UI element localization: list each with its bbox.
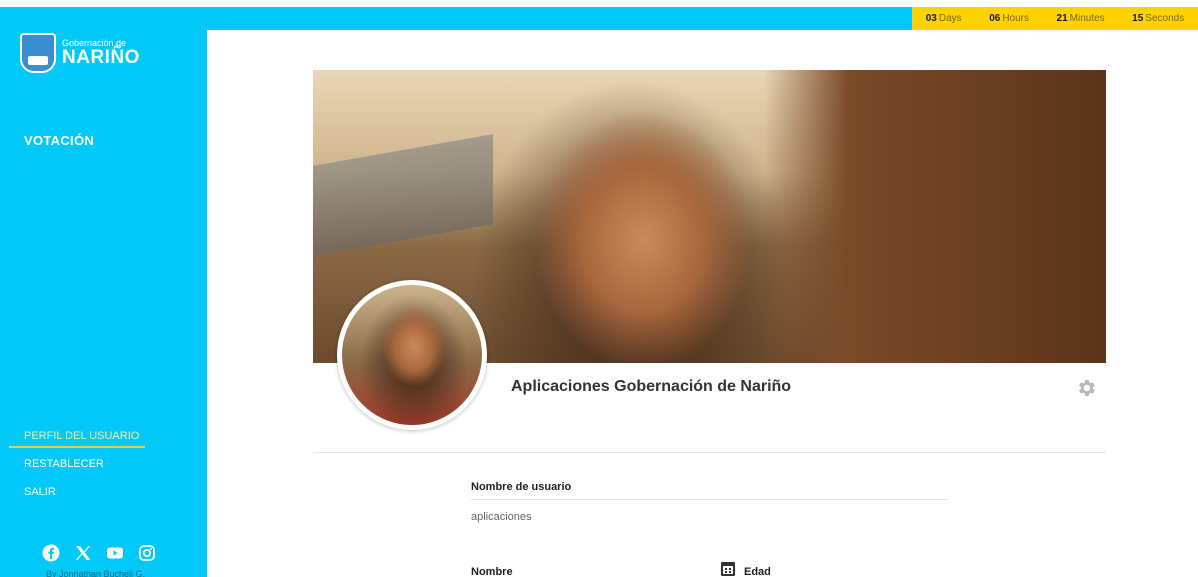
name-label: Nombre <box>471 566 513 577</box>
profile-name: Aplicaciones Gobernación de Nariño <box>511 378 792 395</box>
menu-item-salir[interactable]: SALIR <box>0 483 207 511</box>
credit-text: By Jonnathan Bucheli G. <box>46 569 146 577</box>
x-icon[interactable] <box>74 544 92 562</box>
page: 03 Days 06 Hours 21 Minutes 15 Seconds Gober… <box>0 0 1198 577</box>
facebook-icon[interactable] <box>42 544 60 562</box>
main-content: Aplicaciones Gobernación de Nariño Nombr… <box>207 30 1198 577</box>
countdown-seconds: 15 Seconds <box>1132 13 1185 24</box>
nav-votacion[interactable]: VOTACIÓN <box>24 133 94 148</box>
sidebar: Gobernación de NARIÑO VOTACIÓN PERFIL DE… <box>0 7 207 577</box>
brand-text: Gobernación de NARIÑO <box>62 39 140 68</box>
coat-of-arms-icon <box>20 33 56 73</box>
brand-big-text: NARIÑO <box>62 47 140 68</box>
cover-roof-shape <box>313 134 493 256</box>
calendar-icon <box>721 562 735 576</box>
cover-hut-shape <box>763 70 1106 363</box>
menu-item-perfil[interactable]: PERFIL DEL USUARIO <box>0 427 207 455</box>
profile-avatar[interactable] <box>337 280 487 430</box>
sidebar-menu: PERFIL DEL USUARIO RESTABLECER SALIR <box>0 427 207 511</box>
countdown-timer: 03 Days 06 Hours 21 Minutes 15 Seconds <box>912 7 1198 30</box>
countdown-minutes: 21 Minutes <box>1056 13 1105 24</box>
menu-item-restablecer[interactable]: RESTABLECER <box>0 455 207 483</box>
username-underline <box>471 499 947 500</box>
username-value: aplicaciones <box>471 511 532 523</box>
instagram-icon[interactable] <box>138 544 156 562</box>
active-underline <box>9 446 145 448</box>
section-divider <box>313 452 1106 453</box>
youtube-icon[interactable] <box>106 544 124 562</box>
brand-logo[interactable]: Gobernación de NARIÑO <box>20 33 140 73</box>
countdown-hours: 06 Hours <box>989 13 1029 24</box>
countdown-days: 03 Days <box>925 13 962 24</box>
gear-icon[interactable] <box>1075 377 1097 399</box>
age-label: Edad <box>744 566 771 577</box>
social-links <box>42 544 156 562</box>
menu-item-perfil-label: PERFIL DEL USUARIO <box>24 430 140 442</box>
username-label: Nombre de usuario <box>471 481 572 493</box>
